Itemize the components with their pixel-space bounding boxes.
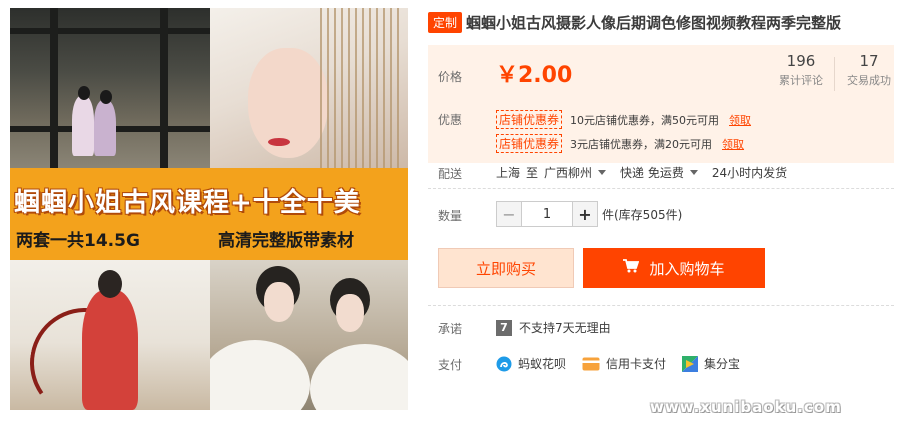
promise-label: 承诺 <box>438 322 463 336</box>
promise-text[interactable]: 不支持7天无理由 <box>519 319 611 336</box>
price-label: 价格 <box>438 70 463 84</box>
payment-method-jifenbao[interactable]: 集分宝 <box>682 355 740 372</box>
ship-to-word: 至 <box>526 166 539 180</box>
shipping-row: 上海 至 广西柳州 快递 免运费 24小时内发货 <box>496 164 787 181</box>
watermark: www.xunibaoku.com <box>650 398 842 416</box>
shipping-method-select[interactable]: 快递 免运费 <box>620 164 684 181</box>
title-bar: 定制 蝈蝈小姐古风摄影人像后期调色修图视频教程两季完整版 <box>428 10 841 34</box>
coupon-text: 3元店铺优惠券，满20元可用 <box>570 137 713 151</box>
dispatch-time: 24小时内发货 <box>711 166 788 180</box>
payment-label: 支付 <box>438 358 463 372</box>
destination-select[interactable]: 广西柳州 <box>544 164 592 181</box>
shop-coupon-badge: 店铺优惠券 <box>496 110 563 129</box>
seven-day-icon: 7 <box>496 319 512 336</box>
photo-pavilion-couple <box>10 8 210 168</box>
sales-label: 交易成功 <box>847 74 891 87</box>
buy-now-button[interactable]: 立即购买 <box>438 248 574 288</box>
shop-coupon-badge: 店铺优惠券 <box>496 134 563 153</box>
claim-coupon-link[interactable]: 领取 <box>722 136 744 152</box>
claim-coupon-link[interactable]: 领取 <box>729 112 751 128</box>
promo-label: 优惠 <box>438 113 463 127</box>
image-banner: 蝈蝈小姐古风课程+十全十美 两套一共14.5G 高清完整版带素材 <box>10 168 408 260</box>
quantity-stepper: − + 件(库存505件) <box>496 201 682 227</box>
product-main-image[interactable]: 蝈蝈小姐古风课程+十全十美 两套一共14.5G 高清完整版带素材 <box>10 8 408 410</box>
cart-icon <box>623 259 649 277</box>
payment-methods: 蚂蚁花呗 信用卡支付 集分宝 <box>496 355 756 372</box>
photo-archer <box>10 260 210 410</box>
payment-label-huabei: 蚂蚁花呗 <box>518 357 567 371</box>
chevron-down-icon[interactable] <box>689 170 698 175</box>
coupon-row: 店铺优惠券 10元店铺优惠券，满50元可用 领取 <box>496 110 751 129</box>
review-label: 累计评论 <box>779 74 823 87</box>
review-count: 196 <box>786 52 816 70</box>
payment-method-credit-card[interactable]: 信用卡支付 <box>582 355 666 372</box>
product-title: 蝈蝈小姐古风摄影人像后期调色修图视频教程两季完整版 <box>466 13 842 32</box>
chevron-down-icon[interactable] <box>598 170 607 175</box>
jifenbao-icon <box>682 355 699 372</box>
huabei-icon <box>496 356 512 372</box>
payment-label-jifenbao: 集分宝 <box>704 357 741 371</box>
payment-label-credit-card: 信用卡支付 <box>606 357 667 371</box>
divider <box>428 305 894 306</box>
quantity-input[interactable] <box>522 201 572 227</box>
payment-method-huabei[interactable]: 蚂蚁花呗 <box>496 355 566 372</box>
banner-title: 蝈蝈小姐古风课程+十全十美 <box>14 188 361 218</box>
add-to-cart-label: 加入购物车 <box>649 259 725 278</box>
coupon-row: 店铺优惠券 3元店铺优惠券，满20元可用 领取 <box>496 134 744 153</box>
shipping-label: 配送 <box>438 167 463 181</box>
coupon-text: 10元店铺优惠券，满50元可用 <box>570 113 720 127</box>
quantity-label: 数量 <box>438 209 463 223</box>
banner-size-text: 两套一共14.5G <box>16 231 140 251</box>
sales-count: 17 <box>859 52 879 70</box>
promise-row: 7 不支持7天无理由 <box>496 319 611 336</box>
stat-divider <box>834 57 835 91</box>
increase-quantity-button[interactable]: + <box>572 201 598 227</box>
stock-text: 件(库存505件) <box>602 207 683 222</box>
banner-quality-text: 高清完整版带素材 <box>218 231 354 251</box>
custom-tag-badge: 定制 <box>428 11 463 33</box>
add-to-cart-button[interactable]: 加入购物车 <box>583 248 765 288</box>
review-stat[interactable]: 196 累计评论 <box>772 52 830 88</box>
ship-origin: 上海 <box>496 166 521 180</box>
buy-now-label: 立即购买 <box>475 259 536 278</box>
photo-two-women-fur <box>210 260 408 410</box>
decrease-quantity-button[interactable]: − <box>496 201 522 227</box>
sales-stat: 17 交易成功 <box>840 52 898 88</box>
price-promo-box: 价格 ￥2.00 196 累计评论 17 交易成功 优惠 店铺优惠券 10元店铺… <box>428 45 894 163</box>
photo-portrait-fringe <box>210 8 408 168</box>
credit-card-icon <box>582 357 600 371</box>
divider <box>428 188 894 189</box>
price-value: ￥2.00 <box>496 63 573 88</box>
